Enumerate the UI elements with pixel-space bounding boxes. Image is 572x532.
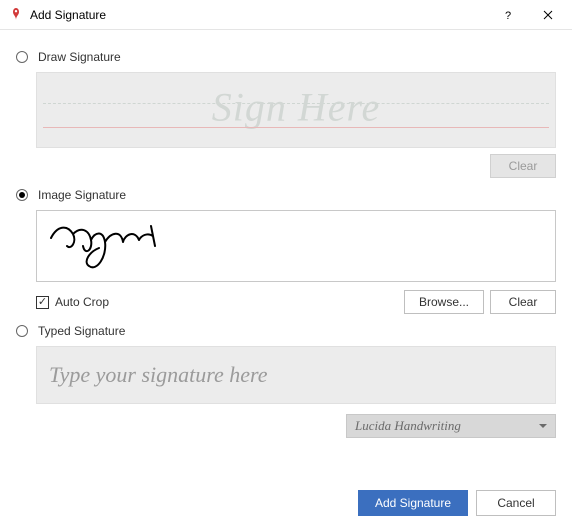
add-signature-button[interactable]: Add Signature	[358, 490, 468, 516]
draw-signature-canvas[interactable]: Sign Here	[36, 72, 556, 148]
draw-baseline	[43, 127, 549, 128]
font-select-value: Lucida Handwriting	[355, 418, 461, 434]
image-clear-button[interactable]: Clear	[490, 290, 556, 314]
typed-signature-header[interactable]: Typed Signature	[16, 324, 556, 338]
signature-image	[45, 216, 175, 277]
chevron-down-icon	[539, 424, 547, 428]
app-icon	[8, 7, 24, 23]
auto-crop-checkbox[interactable]: ✓	[36, 296, 49, 309]
image-signature-label: Image Signature	[38, 188, 126, 202]
close-button[interactable]	[528, 0, 568, 30]
image-signature-section: Image Signature ✓ Auto Crop Browse... Cl…	[16, 188, 556, 314]
image-signature-preview	[36, 210, 556, 282]
dialog-content: Draw Signature Sign Here Clear Image Sig…	[0, 30, 572, 458]
draw-clear-button[interactable]: Clear	[490, 154, 556, 178]
font-select[interactable]: Lucida Handwriting	[346, 414, 556, 438]
draw-signature-section: Draw Signature Sign Here Clear	[16, 50, 556, 178]
typed-signature-label: Typed Signature	[38, 324, 125, 338]
dialog-footer: Add Signature Cancel	[0, 490, 572, 516]
browse-button[interactable]: Browse...	[404, 290, 484, 314]
auto-crop-label: Auto Crop	[55, 295, 109, 309]
draw-placeholder-text: Sign Here	[212, 84, 381, 131]
draw-signature-header[interactable]: Draw Signature	[16, 50, 556, 64]
typed-placeholder-text: Type your signature here	[49, 362, 268, 388]
image-signature-header[interactable]: Image Signature	[16, 188, 556, 202]
window-title: Add Signature	[30, 8, 488, 22]
typed-signature-radio[interactable]	[16, 325, 28, 337]
typed-signature-section: Typed Signature Type your signature here…	[16, 324, 556, 438]
typed-signature-input[interactable]: Type your signature here	[36, 346, 556, 404]
image-signature-radio[interactable]	[16, 189, 28, 201]
title-bar: Add Signature ?	[0, 0, 572, 30]
help-button[interactable]: ?	[488, 0, 528, 30]
draw-signature-radio[interactable]	[16, 51, 28, 63]
svg-text:?: ?	[505, 10, 511, 21]
cancel-button[interactable]: Cancel	[476, 490, 556, 516]
draw-signature-label: Draw Signature	[38, 50, 121, 64]
